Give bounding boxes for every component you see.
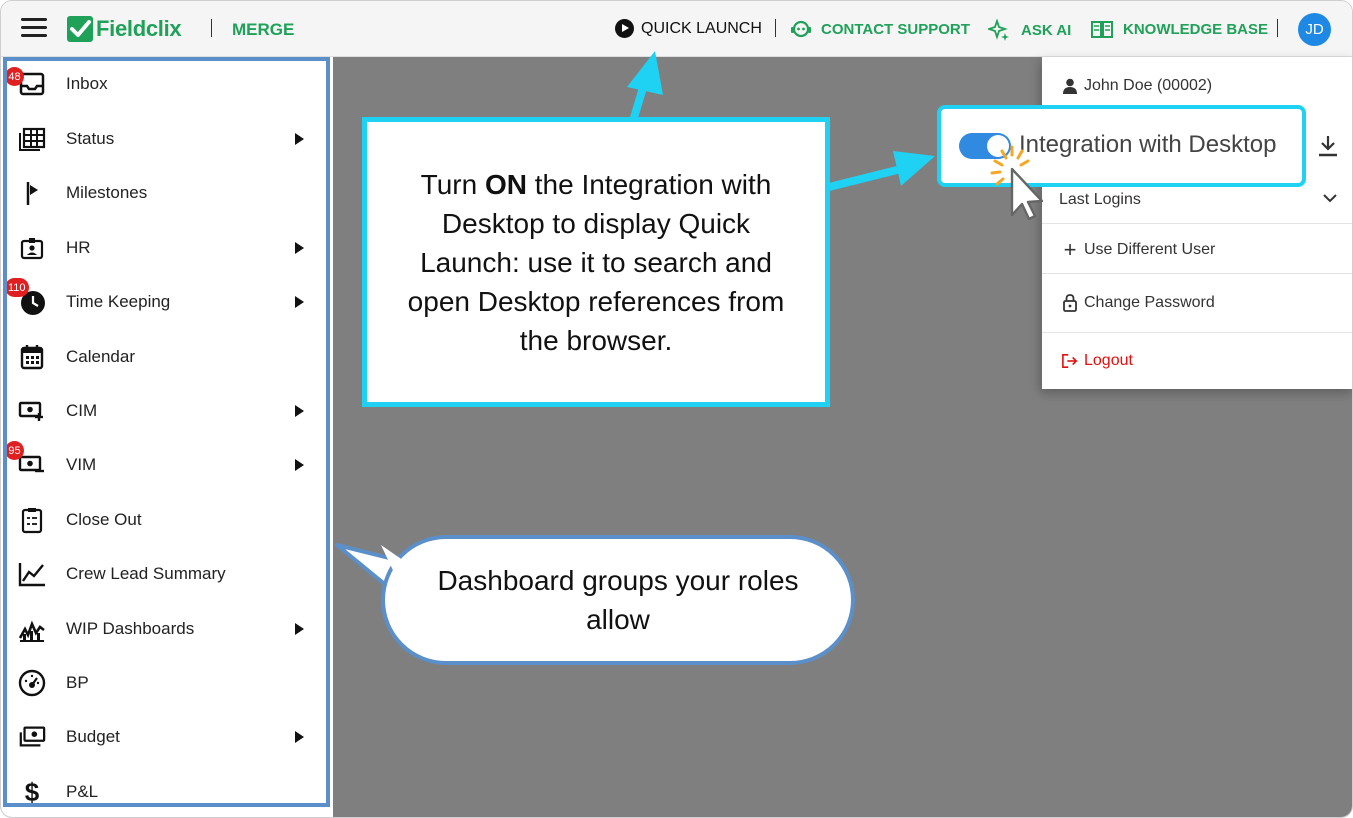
logout-item[interactable]: Logout [1042, 350, 1352, 372]
user-name: John Doe (00002) [1084, 77, 1213, 94]
dashboard-callout-text: Dashboard groups your roles allow [437, 565, 799, 635]
integration-arrowhead [893, 151, 935, 186]
menu-divider [1042, 273, 1352, 274]
integration-callout-text: Turn ON the Integration with Desktop to … [389, 165, 803, 360]
chevron-down-icon [1323, 194, 1337, 203]
change-password-label: Change Password [1084, 294, 1215, 311]
download-icon[interactable] [1318, 135, 1338, 157]
use-different-user-label: Use Different User [1084, 241, 1216, 258]
quick-launch-arrowhead [627, 51, 663, 95]
callout-text-bold: ON [484, 168, 527, 200]
app-window: Fieldclix MERGE QUICK LAUNCH CONTACT SUP… [0, 0, 1353, 818]
last-logins-row[interactable]: Last Logins [1042, 189, 1352, 211]
integration-label: Integration with Desktop [1019, 131, 1277, 158]
callout-text-start: Turn [420, 168, 485, 200]
menu-divider [1042, 332, 1352, 333]
person-icon [1062, 77, 1078, 95]
change-password-item[interactable]: Change Password [1042, 292, 1352, 314]
user-name-row: John Doe (00002) [1042, 75, 1352, 97]
integration-arrow [828, 165, 902, 191]
menu-divider [1042, 223, 1352, 224]
lock-icon [1062, 294, 1078, 312]
last-logins-label: Last Logins [1059, 191, 1141, 208]
mouse-cursor-click-icon [990, 145, 1044, 221]
logout-label: Logout [1084, 352, 1133, 369]
integration-callout: Turn ON the Integration with Desktop to … [362, 117, 830, 407]
plus-icon: + [1063, 237, 1077, 262]
dashboard-callout: Dashboard groups your roles allow [381, 535, 855, 665]
logout-icon [1062, 352, 1078, 370]
speech-bubble-tail-cover [381, 545, 407, 583]
use-different-user-item[interactable]: + Use Different User [1042, 237, 1352, 262]
